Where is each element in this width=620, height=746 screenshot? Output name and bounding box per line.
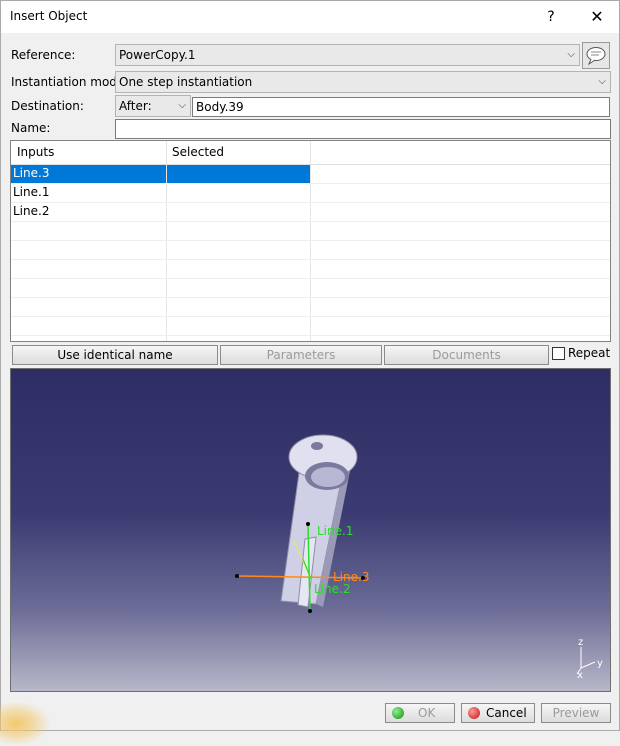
- green-dot-icon: [392, 707, 404, 719]
- ok-label: OK: [418, 706, 436, 720]
- speech-bubble-icon: [586, 47, 606, 66]
- red-dot-icon: [468, 707, 480, 719]
- table-row-empty: [11, 222, 610, 241]
- table-row[interactable]: Line.3: [11, 165, 610, 184]
- chevron-down-icon: ⌵: [178, 100, 186, 111]
- line3-label: Line.3: [333, 570, 369, 584]
- close-button[interactable]: ✕: [583, 5, 611, 29]
- reference-label: Reference:: [11, 48, 76, 62]
- table-row-empty: [11, 260, 610, 279]
- axis-compass-icon: z y x: [576, 637, 603, 681]
- reference-select[interactable]: PowerCopy.1 ⌵: [115, 44, 580, 66]
- help-button[interactable]: ?: [537, 5, 565, 29]
- destination-label: Destination:: [11, 99, 84, 113]
- destination-position-select[interactable]: After: ⌵: [115, 95, 191, 117]
- axis-y-label: y: [597, 658, 603, 669]
- documents-button[interactable]: Documents: [384, 345, 549, 365]
- title-bar: Insert Object ? ✕: [1, 1, 619, 33]
- inputs-table: Inputs Selected Line.3 Line.1 Line.2: [10, 140, 611, 342]
- row-input: Line.3: [13, 166, 50, 180]
- column-header-inputs[interactable]: Inputs: [17, 145, 54, 159]
- name-label: Name:: [11, 121, 51, 135]
- repeat-label: Repeat: [568, 346, 611, 360]
- table-header: Inputs Selected: [11, 141, 610, 165]
- row-input: Line.1: [13, 185, 50, 199]
- repeat-checkbox[interactable]: [552, 347, 565, 360]
- cancel-label: Cancel: [486, 706, 527, 720]
- reference-value: PowerCopy.1: [119, 48, 196, 62]
- part-preview-scene: Line.1 Line.2 Line.3 z y x: [235, 434, 603, 681]
- table-row-empty: [11, 241, 610, 260]
- table-row-empty: [11, 298, 610, 317]
- line2-label: Line.2: [314, 582, 350, 596]
- chevron-down-icon: ⌵: [598, 76, 606, 87]
- use-identical-name-button[interactable]: Use identical name: [12, 345, 218, 365]
- parameters-button[interactable]: Parameters: [220, 345, 382, 365]
- column-header-selected[interactable]: Selected: [172, 145, 224, 159]
- reference-catalog-button[interactable]: [582, 42, 610, 69]
- table-row-empty: [11, 279, 610, 298]
- row-input: Line.2: [13, 204, 50, 218]
- name-input[interactable]: [115, 119, 611, 139]
- preview-button[interactable]: Preview: [541, 703, 611, 723]
- compass-glow-decoration: [0, 701, 51, 746]
- table-row-empty: [11, 317, 610, 336]
- cancel-button[interactable]: Cancel: [461, 703, 535, 723]
- destination-target-field[interactable]: Body.39: [192, 97, 610, 117]
- destination-position-value: After:: [119, 99, 152, 113]
- table-row[interactable]: Line.1: [11, 184, 610, 203]
- selection-highlight: [167, 165, 310, 183]
- axis-z-label: z: [578, 637, 583, 648]
- line1-label: Line.1: [317, 524, 353, 538]
- instantiation-mode-select[interactable]: One step instantiation ⌵: [115, 71, 611, 93]
- window-title: Insert Object: [10, 9, 88, 23]
- axis-x-label: x: [577, 670, 583, 681]
- ok-button[interactable]: OK: [385, 703, 455, 723]
- instantiation-mode-value: One step instantiation: [119, 75, 253, 89]
- chevron-down-icon: ⌵: [567, 49, 575, 60]
- instantiation-mode-label: Instantiation mode:: [11, 75, 129, 89]
- insert-object-dialog: Insert Object ? ✕ Reference: PowerCopy.1…: [0, 0, 620, 746]
- preview-viewport[interactable]: Line.1 Line.2 Line.3 z y x: [10, 368, 611, 692]
- table-row[interactable]: Line.2: [11, 203, 610, 222]
